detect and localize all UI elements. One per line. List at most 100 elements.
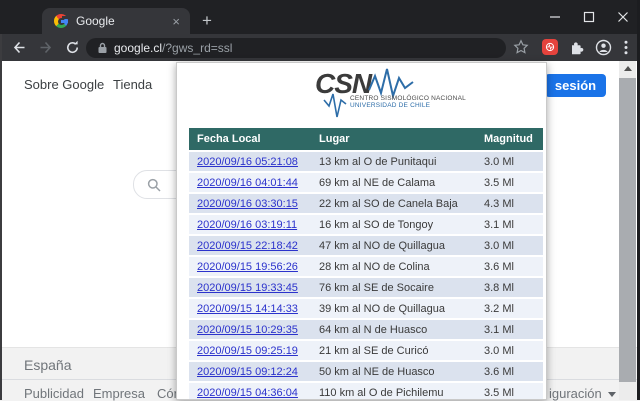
event-date-link[interactable]: 2020/09/15 10:29:35	[197, 324, 298, 336]
cell-fecha: 2020/09/16 03:30:15	[189, 198, 311, 210]
cell-lugar: 13 km al O de Punitaqui	[319, 155, 437, 168]
header-magnitud: Magnitud	[484, 133, 533, 145]
cell-magnitud: 3.0 Ml	[484, 155, 514, 168]
event-date-link[interactable]: 2020/09/15 09:25:19	[197, 345, 298, 357]
event-date-link[interactable]: 2020/09/15 14:14:33	[197, 303, 298, 315]
minimize-button[interactable]	[538, 0, 572, 34]
cell-fecha: 2020/09/15 10:29:35	[189, 324, 311, 336]
cell-fecha: 2020/09/15 19:56:26	[189, 261, 311, 273]
lock-icon	[98, 42, 107, 53]
window-controls	[538, 0, 640, 34]
search-icon	[147, 178, 161, 192]
cell-lugar: 110 km al O de Pichilemu	[319, 386, 444, 399]
cell-lugar: 28 km al NO de Colina	[319, 260, 430, 273]
browser-titlebar: Google × +	[0, 0, 640, 34]
cell-lugar: 39 km al NO de Quillagua	[319, 302, 445, 315]
forward-icon[interactable]	[38, 39, 55, 56]
maximize-button[interactable]	[572, 0, 606, 34]
cell-lugar: 69 km al NE de Calama	[319, 176, 436, 189]
event-date-link[interactable]: 2020/09/15 09:12:24	[197, 366, 298, 378]
cell-fecha: 2020/09/15 09:12:24	[189, 366, 311, 378]
table-row: 2020/09/15 22:18:42 47 km al NO de Quill…	[189, 236, 543, 255]
cell-magnitud: 3.1 Ml	[484, 323, 514, 336]
cell-fecha: 2020/09/15 19:33:45	[189, 282, 311, 294]
signin-button[interactable]: sesión	[545, 74, 606, 97]
event-date-link[interactable]: 2020/09/16 03:30:15	[197, 198, 298, 210]
tab-close-icon[interactable]: ×	[172, 14, 180, 29]
seismograph-spike-icon	[323, 93, 347, 118]
cell-lugar: 22 km al SO de Canela Baja	[319, 197, 458, 210]
event-date-link[interactable]: 2020/09/15 22:18:42	[197, 240, 298, 252]
table-row: 2020/09/15 14:14:33 39 km al NO de Quill…	[189, 299, 543, 318]
csn-logo-line1: CENTRO SISMOLÓGICO NACIONAL	[350, 95, 466, 102]
table-row: 2020/09/16 03:30:15 22 km al SO de Canel…	[189, 194, 543, 213]
cell-lugar: 64 km al N de Huasco	[319, 323, 428, 336]
table-row: 2020/09/16 04:01:44 69 km al NE de Calam…	[189, 173, 543, 192]
header-fecha-local: Fecha Local	[197, 133, 261, 145]
event-date-link[interactable]: 2020/09/15 19:33:45	[197, 282, 298, 294]
footer-link-empresa[interactable]: Empresa	[93, 386, 145, 401]
address-bar[interactable]: google.cl/?gws_rd=ssl	[86, 38, 506, 58]
menu-dots-icon[interactable]	[624, 40, 628, 55]
cell-fecha: 2020/09/16 04:01:44	[189, 177, 311, 189]
close-window-button[interactable]	[606, 0, 640, 34]
quake-table-body: 2020/09/16 05:21:08 13 km al O de Punita…	[189, 152, 543, 399]
cell-fecha: 2020/09/16 05:21:08	[189, 156, 311, 168]
footer-link-publicidad[interactable]: Publicidad	[24, 386, 84, 401]
window-left-border	[0, 34, 2, 400]
event-date-link[interactable]: 2020/09/15 04:36:04	[197, 387, 298, 399]
browser-tab-google[interactable]: Google ×	[42, 8, 190, 34]
new-tab-button[interactable]: +	[198, 12, 216, 30]
extensions-puzzle-icon[interactable]	[569, 40, 584, 55]
cell-magnitud: 3.5 Ml	[484, 386, 514, 399]
cell-magnitud: 3.5 Ml	[484, 176, 514, 189]
table-row: 2020/09/16 03:19:11 16 km al SO de Tongo…	[189, 215, 543, 234]
event-date-link[interactable]: 2020/09/15 19:56:26	[197, 261, 298, 273]
table-header-row: Fecha Local Lugar Magnitud	[189, 128, 543, 150]
google-favicon-icon	[54, 14, 68, 28]
table-row: 2020/09/15 19:56:26 28 km al NO de Colin…	[189, 257, 543, 276]
cell-magnitud: 3.8 Ml	[484, 281, 514, 294]
cell-lugar: 47 km al NO de Quillagua	[319, 239, 445, 252]
table-row: 2020/09/16 05:21:08 13 km al O de Punita…	[189, 152, 543, 171]
table-row: 2020/09/15 09:12:24 50 km al NE de Huasc…	[189, 362, 543, 381]
link-sobre-google[interactable]: Sobre Google	[24, 77, 104, 92]
event-date-link[interactable]: 2020/09/16 05:21:08	[197, 156, 298, 168]
scrollbar-up-arrow[interactable]	[619, 61, 636, 76]
csn-logo-line2: UNIVERSIDAD DE CHILE	[350, 102, 431, 109]
event-date-link[interactable]: 2020/09/16 04:01:44	[197, 177, 298, 189]
cell-magnitud: 3.0 Ml	[484, 239, 514, 252]
chevron-down-icon	[607, 392, 616, 397]
csn-popup: CSN CENTRO SISMOLÓGICO NACIONAL UNIVERSI…	[176, 62, 547, 400]
table-row: 2020/09/15 09:25:19 21 km al SE de Curic…	[189, 341, 543, 360]
page-scrollbar[interactable]	[619, 61, 636, 400]
event-date-link[interactable]: 2020/09/16 03:19:11	[197, 219, 297, 231]
cell-fecha: 2020/09/16 03:19:11	[189, 219, 311, 231]
cell-magnitud: 3.2 Ml	[484, 302, 514, 315]
header-lugar: Lugar	[319, 133, 350, 145]
cell-magnitud: 3.6 Ml	[484, 260, 514, 273]
cell-magnitud: 3.0 Ml	[484, 344, 514, 357]
cell-magnitud: 4.3 Ml	[484, 197, 514, 210]
footer-link-configuracion[interactable]: iguración	[549, 386, 616, 401]
cell-fecha: 2020/09/15 09:25:19	[189, 345, 311, 357]
table-row: 2020/09/15 10:29:35 64 km al N de Huasco…	[189, 320, 543, 339]
cell-lugar: 21 km al SE de Curicó	[319, 344, 429, 357]
bookmark-star-icon[interactable]	[513, 39, 530, 56]
table-row: 2020/09/15 19:33:45 76 km al SE de Socai…	[189, 278, 543, 297]
cell-lugar: 76 km al SE de Socaire	[319, 281, 434, 294]
cell-fecha: 2020/09/15 14:14:33	[189, 303, 311, 315]
back-icon[interactable]	[10, 39, 27, 56]
csn-logo: CSN CENTRO SISMOLÓGICO NACIONAL UNIVERSI…	[315, 69, 495, 118]
tab-title: Google	[76, 14, 115, 28]
footer-country: España	[24, 357, 72, 373]
link-tienda[interactable]: Tienda	[113, 77, 152, 92]
scrollbar-thumb[interactable]	[619, 78, 636, 382]
cell-magnitud: 3.6 Ml	[484, 365, 514, 378]
reload-icon[interactable]	[64, 39, 81, 56]
profile-avatar-icon[interactable]	[595, 39, 612, 56]
cell-fecha: 2020/09/15 04:36:04	[189, 387, 311, 399]
csn-extension-icon[interactable]	[542, 39, 558, 55]
cell-lugar: 16 km al SO de Tongoy	[319, 218, 434, 231]
earthquake-table: Fecha Local Lugar Magnitud 2020/09/16 05…	[189, 128, 543, 399]
